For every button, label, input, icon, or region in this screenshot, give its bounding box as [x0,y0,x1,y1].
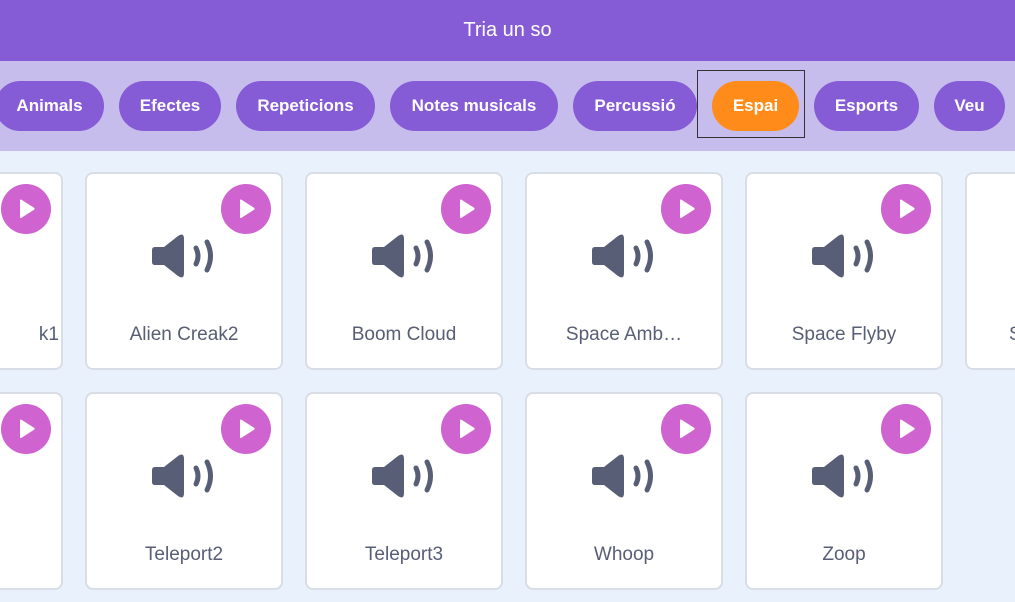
sound-card[interactable] [0,392,63,590]
speaker-icon [372,234,433,278]
sound-card[interactable]: Teleport3 [305,392,503,590]
speaker-icon-wrapper [812,451,878,501]
sound-card[interactable]: Whoop [525,392,723,590]
speaker-icon [592,454,653,498]
category-filter-bar: Animals Efectes Repeticions Notes musica… [0,61,1015,151]
filter-veu[interactable]: Veu [934,81,1005,131]
play-icon [460,419,475,439]
sound-name: Space Amb… [565,324,683,345]
sound-name: Space Flyby [791,324,897,345]
sound-card[interactable]: S [965,172,1015,370]
play-icon [900,419,915,439]
play-icon [20,419,35,439]
speaker-icon-wrapper [372,451,438,501]
sound-name: Whoop [593,544,655,565]
filter-efectes[interactable]: Efectes [119,81,221,131]
filter-animals[interactable]: Animals [0,81,104,131]
play-button[interactable] [221,404,271,454]
speaker-icon-wrapper [152,451,218,501]
speaker-icon [592,234,653,278]
sound-name: Boom Cloud [351,324,457,345]
play-button[interactable] [661,404,711,454]
filter-esports[interactable]: Esports [814,81,919,131]
play-icon [680,199,695,219]
sound-name: Zoop [822,544,866,565]
sound-card[interactable]: k1 [0,172,63,370]
play-icon [460,199,475,219]
play-button[interactable] [881,184,931,234]
speaker-icon [152,234,213,278]
sound-card[interactable]: Space Flyby [745,172,943,370]
speaker-icon [812,454,873,498]
play-button[interactable] [1,404,51,454]
play-icon [900,199,915,219]
play-button[interactable] [441,184,491,234]
speaker-icon-wrapper [812,231,878,281]
play-icon [240,199,255,219]
speaker-icon-wrapper [592,451,658,501]
play-icon [20,199,35,219]
filter-notes-musicals[interactable]: Notes musicals [390,81,558,131]
sound-name: Alien Creak2 [129,324,239,345]
sound-card[interactable]: Space Amb… [525,172,723,370]
speaker-icon-wrapper [152,231,218,281]
speaker-icon [152,454,213,498]
speaker-icon-wrapper [372,231,438,281]
filter-percussio[interactable]: Percussió [573,81,697,131]
play-button[interactable] [661,184,711,234]
play-icon [240,419,255,439]
play-button[interactable] [881,404,931,454]
speaker-icon-wrapper [592,231,658,281]
sound-name: Teleport2 [144,544,224,565]
modal-header: Tria un so [0,0,1015,61]
play-button[interactable] [441,404,491,454]
sound-card[interactable]: Boom Cloud [305,172,503,370]
sound-name: k1 [38,324,59,345]
speaker-icon [372,454,433,498]
play-button[interactable] [221,184,271,234]
play-icon [680,419,695,439]
sound-card[interactable]: Zoop [745,392,943,590]
sound-name: S [1009,324,1015,346]
sound-name: Teleport3 [364,544,444,565]
sound-card[interactable]: Alien Creak2 [85,172,283,370]
sound-card[interactable]: Teleport2 [85,392,283,590]
speaker-icon [812,234,873,278]
sound-library-grid: k1 Alien Creak2 Boom Cloud Space Amb… Sp… [0,151,1015,602]
filter-repeticions[interactable]: Repeticions [236,81,375,131]
play-button[interactable] [1,184,51,234]
modal-title: Tria un so [463,19,552,41]
filter-espai[interactable]: Espai [712,81,799,131]
